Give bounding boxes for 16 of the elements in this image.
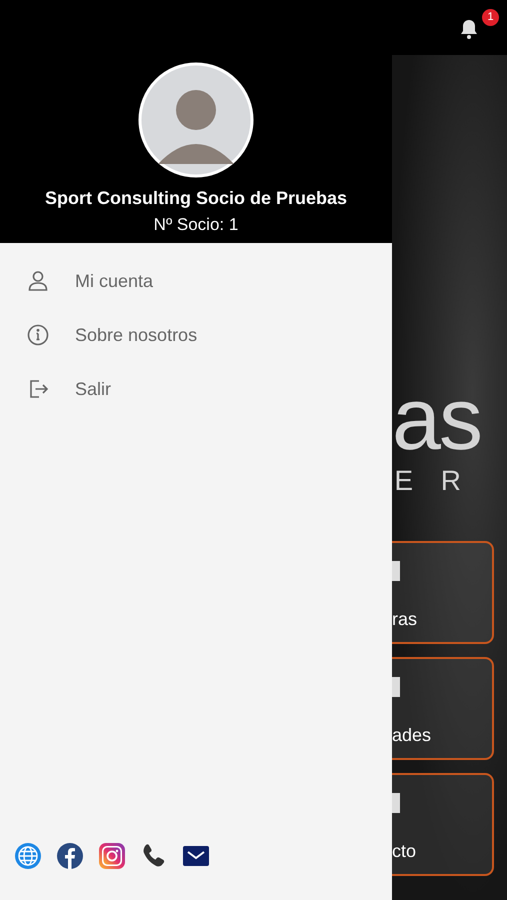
menu-card[interactable]: cto <box>392 773 494 876</box>
menu-item[interactable]: Mi cuenta <box>0 254 392 308</box>
member-name: Sport Consulting Socio de Pruebas <box>44 188 348 209</box>
notification-badge: 1 <box>482 8 499 26</box>
menu-item[interactable]: Salir <box>0 362 392 416</box>
info-icon <box>26 323 50 347</box>
menu-item[interactable]: Sobre nosotros <box>0 308 392 362</box>
menu-card[interactable]: ades <box>392 657 494 760</box>
menu-card[interactable]: ras <box>392 541 494 644</box>
user-icon <box>26 269 50 293</box>
logo-subtitle: E R <box>393 465 472 497</box>
logo-text: as <box>392 377 482 461</box>
globe-icon[interactable] <box>14 842 42 870</box>
instagram-icon[interactable] <box>98 842 126 870</box>
facebook-icon[interactable] <box>56 842 84 870</box>
member-number: Nº Socio: 1 <box>154 215 238 235</box>
